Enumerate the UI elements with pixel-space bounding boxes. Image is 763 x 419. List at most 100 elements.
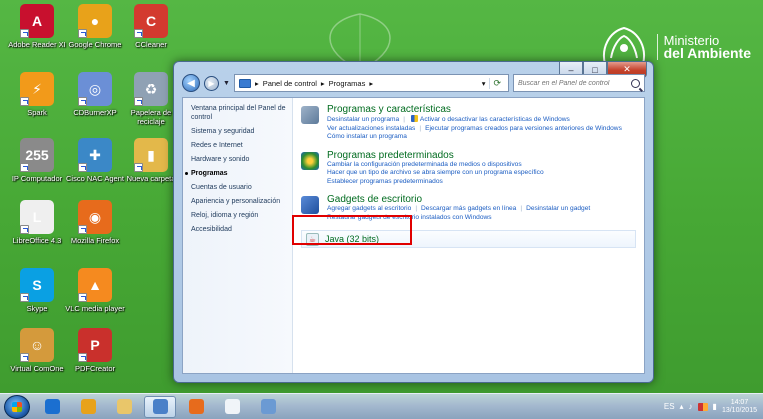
- category-link[interactable]: Ejecutar programas creados para versione…: [425, 125, 622, 132]
- desktop-icon-label: LibreOffice 4.3: [12, 236, 62, 245]
- desktop-icon-label: CDBurnerXP: [73, 108, 117, 117]
- category-title[interactable]: Programas predeterminados: [327, 150, 544, 161]
- action-center-flag-icon[interactable]: [697, 402, 708, 411]
- shortcut-arrow-icon: [78, 353, 87, 362]
- adobe-reader-icon: A: [20, 4, 54, 38]
- taskbar-internet-explorer[interactable]: [36, 396, 68, 418]
- category-link[interactable]: Descargar más gadgets en línea: [421, 205, 516, 212]
- default-programs-icon: [301, 151, 319, 170]
- start-button[interactable]: [4, 394, 30, 419]
- clock-date: 13/10/2015: [721, 406, 757, 414]
- category-link[interactable]: Hacer que un tipo de archivo se abra sie…: [327, 169, 544, 176]
- sidebar-item[interactable]: Reloj, idioma y región: [191, 211, 286, 220]
- category-link[interactable]: Desinstalar un programa: [327, 116, 399, 123]
- desktop-icon-ccleaner[interactable]: C CCleaner: [118, 4, 184, 49]
- cisco-nac-agent-icon: ✚: [78, 138, 112, 172]
- desktop-icon-vlc[interactable]: ▲ VLC media player: [62, 268, 128, 313]
- category-link[interactable]: Establecer programas predeterminados: [327, 178, 443, 185]
- category-link[interactable]: Cambiar la configuración predeterminada …: [327, 161, 522, 168]
- refresh-icon[interactable]: ⟳: [489, 77, 504, 89]
- recycle-bin-icon: ♻: [134, 72, 168, 106]
- ccleaner-icon: C: [134, 4, 168, 38]
- taskbar-explorer-folder[interactable]: [108, 396, 140, 418]
- desktop-icon-spark[interactable]: ⚡ Spark: [4, 72, 70, 117]
- system-tray: ES ▴ ♪ ▮ 14:07 13/10/2015: [664, 399, 763, 415]
- control-panel-window[interactable]: – □ ✕ ◀ ▶ ▼ ▸ Panel de control ▸ Program…: [173, 61, 654, 383]
- sidebar-item[interactable]: Programas: [185, 169, 286, 178]
- link-separator: |: [520, 205, 523, 212]
- sidebar-item[interactable]: Apariencia y personalización: [191, 197, 286, 206]
- network-icon[interactable]: ▮: [713, 402, 717, 411]
- cdburnerxp-icon: ◎: [78, 72, 112, 106]
- address-dropdown-chevron-icon[interactable]: ▾: [482, 79, 486, 88]
- search-icon[interactable]: [631, 78, 640, 88]
- address-arrow: ▸: [320, 78, 325, 88]
- volume-icon[interactable]: ♪: [689, 402, 693, 411]
- category-title[interactable]: Programas y características: [327, 104, 622, 115]
- address-bar[interactable]: ▸ Panel de control ▸ Programas ▸ ▾ ⟳: [233, 74, 509, 92]
- shortcut-arrow-icon: [20, 353, 29, 362]
- desktop-icon-label: Google Chrome: [68, 40, 122, 49]
- address-arrow: ▸: [369, 78, 374, 88]
- java-link[interactable]: Java (32 bits): [325, 234, 379, 244]
- shortcut-arrow-icon: [134, 163, 143, 172]
- desktop-icon-label: VLC media player: [65, 304, 125, 313]
- category-title[interactable]: Gadgets de escritorio: [327, 194, 590, 205]
- libreoffice-icon: L: [20, 200, 54, 234]
- sidebar-item[interactable]: Sistema y seguridad: [191, 127, 286, 136]
- internet-explorer-icon: [44, 399, 60, 414]
- sidebar-item[interactable]: Cuentas de usuario: [191, 183, 286, 192]
- java-icon: ☕: [306, 232, 319, 246]
- chrome-icon: ●: [78, 4, 112, 38]
- breadcrumb-panel-de-control[interactable]: Panel de control: [263, 79, 317, 88]
- category-link[interactable]: Restaurar gadgets de escritorio instalad…: [327, 214, 492, 221]
- taskbar-control-panel[interactable]: [144, 395, 176, 418]
- category-link[interactable]: Agregar gadgets al escritorio: [327, 205, 411, 212]
- shortcut-arrow-icon: [78, 97, 87, 106]
- shortcut-arrow-icon: [20, 97, 29, 106]
- desktop-icon-label: Skype: [26, 304, 48, 313]
- java-item[interactable]: ☕ Java (32 bits): [301, 230, 636, 248]
- back-arrow-icon[interactable]: ◀: [182, 74, 200, 92]
- shortcut-arrow-icon: [20, 293, 29, 302]
- category-link[interactable]: Desinstalar un gadget: [526, 205, 590, 212]
- clock[interactable]: 14:07 13/10/2015: [722, 399, 757, 415]
- firefox-icon: ◉: [78, 200, 112, 234]
- desktop-icon-pdfcreator[interactable]: P PDFCreator: [62, 328, 128, 373]
- desktop-icon-libreoffice[interactable]: L LibreOffice 4.3: [4, 200, 70, 245]
- uac-shield-icon: [410, 115, 418, 122]
- taskbar: ES ▴ ♪ ▮ 14:07 13/10/2015: [0, 393, 763, 419]
- address-arrow: ▸: [254, 78, 259, 88]
- desktop-icon-firefox[interactable]: ◉ Mozilla Firefox: [62, 200, 128, 245]
- category-default-programs: Programas predeterminados Cambiar la conf…: [301, 150, 636, 187]
- folder-icon: ▮: [134, 138, 168, 172]
- forward-arrow-icon[interactable]: ▶: [204, 75, 219, 91]
- search-box[interactable]: [513, 74, 645, 92]
- taskbar-firefox[interactable]: [180, 396, 212, 418]
- desktop-icon-virtual-comone[interactable]: ☺ Virtual ComOne: [4, 328, 70, 373]
- show-hidden-icons-chevron-icon[interactable]: ▴: [680, 402, 684, 411]
- desktop-icon-adobe-reader[interactable]: A Adobe Reader XI: [4, 4, 70, 49]
- taskbar-document[interactable]: [216, 396, 248, 418]
- category-link[interactable]: Activar o desactivar las características…: [420, 116, 570, 123]
- category-link[interactable]: Ver actualizaciones instaladas: [327, 125, 415, 132]
- taskbar-chrome[interactable]: [72, 396, 104, 418]
- document-icon: [224, 399, 240, 414]
- desktop-icon-label: Adobe Reader XI: [8, 40, 66, 49]
- sidebar-item[interactable]: Hardware y sonido: [191, 155, 286, 164]
- sidebar-item[interactable]: Ventana principal del Panel de control: [191, 104, 286, 122]
- taskbar-remote-desktop[interactable]: [252, 396, 284, 418]
- recent-pages-chevron-icon[interactable]: ▼: [223, 80, 230, 87]
- language-indicator[interactable]: ES: [664, 402, 675, 411]
- sidebar-item[interactable]: Accesibilidad: [191, 225, 286, 234]
- category-link[interactable]: Cómo instalar un programa: [327, 133, 407, 140]
- pdfcreator-icon: P: [78, 328, 112, 362]
- explorer-folder-icon: [116, 399, 132, 414]
- desktop-gadgets-icon: [301, 196, 319, 214]
- desktop-icon-skype[interactable]: S Skype: [4, 268, 70, 313]
- search-input[interactable]: [518, 79, 631, 87]
- desktop-icon-ip-computer[interactable]: 255 IP Computador: [4, 138, 70, 183]
- desktop-icon-label: Nueva carpeta: [126, 174, 176, 183]
- breadcrumb-programas[interactable]: Programas: [329, 79, 366, 88]
- sidebar-item[interactable]: Redes e Internet: [191, 141, 286, 150]
